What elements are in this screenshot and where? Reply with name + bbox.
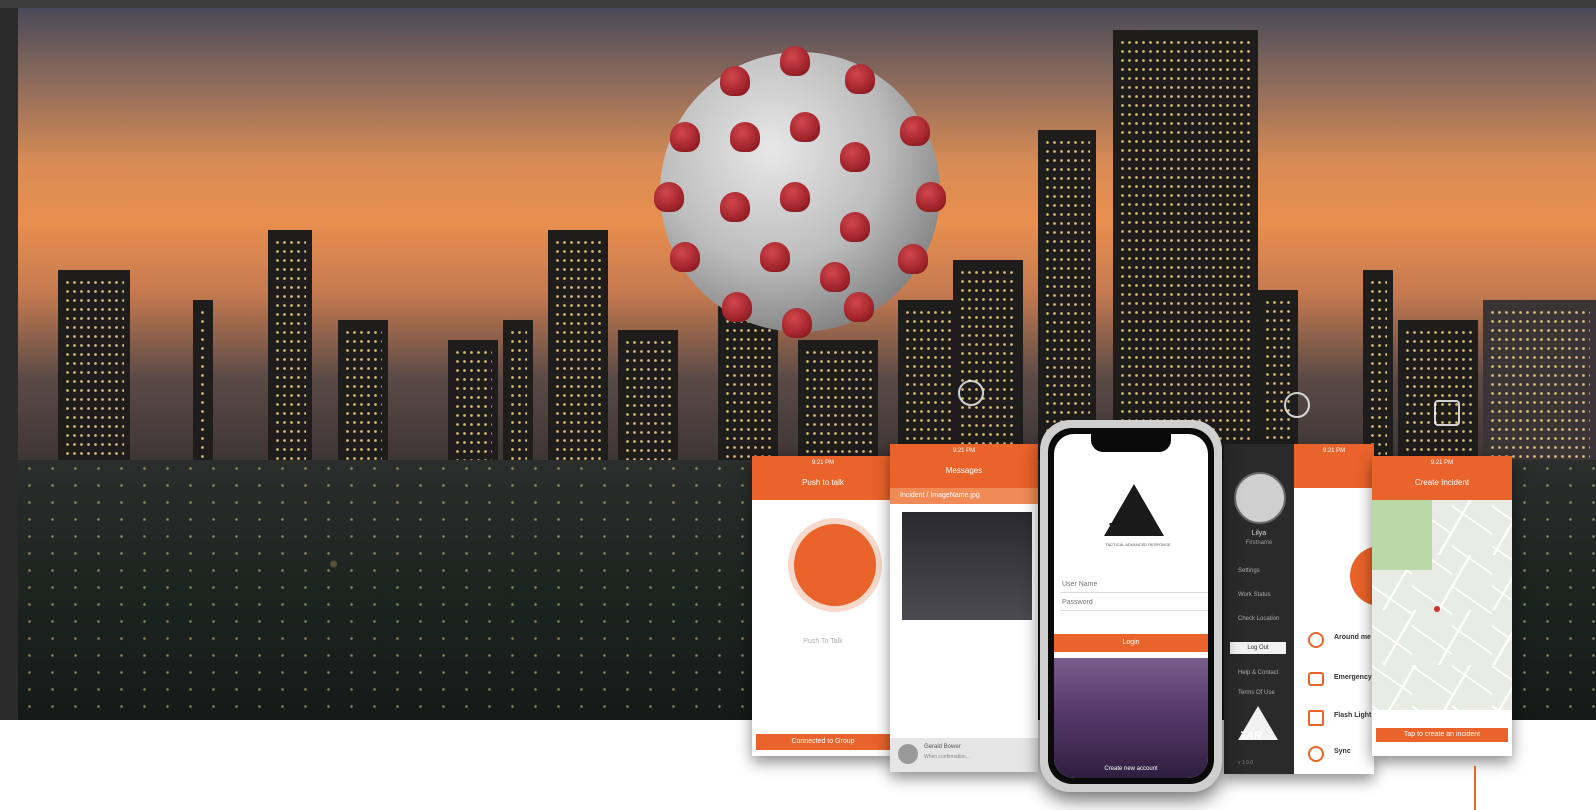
coronavirus-image: [654, 46, 946, 338]
menu-item[interactable]: Help & Contact: [1238, 670, 1278, 676]
attachment-label: Incident / ImageName.jpg: [890, 488, 1038, 504]
map-park: [1372, 500, 1432, 570]
feature-item[interactable]: Around me: [1334, 634, 1371, 641]
connected-group-button[interactable]: Connected to Group: [756, 734, 890, 750]
create-account-link[interactable]: Create new account: [1054, 766, 1208, 772]
status-bar: 9:21 PM: [1430, 460, 1454, 466]
people-icon: [1284, 392, 1310, 418]
menu-item[interactable]: Settings: [1238, 568, 1260, 574]
password-field[interactable]: [1060, 594, 1208, 611]
status-bar: 9:21 PM: [1322, 448, 1346, 454]
tar-logo-subtitle: TACTICAL ADVANCED RESPONSE: [1105, 542, 1171, 547]
screen-title: Push to talk: [802, 478, 844, 487]
compass-icon: [1308, 746, 1324, 762]
phone-mockup: TAR TACTICAL ADVANCED RESPONSE Login Cre…: [1040, 420, 1222, 792]
avatar: [1234, 472, 1286, 524]
create-incident-screen: 9:21 PM Create Incident Tap to create an…: [1372, 456, 1512, 756]
phone-notch: [1091, 434, 1171, 452]
message-footer: Gerald Bower When confirmation...: [890, 738, 1038, 772]
feature-item[interactable]: Emergency: [1334, 674, 1372, 681]
side-menu: Lilya Firstname Settings Work Status Che…: [1224, 444, 1294, 774]
clipboard-icon: [1434, 400, 1460, 426]
log-out-button[interactable]: Log Out: [1230, 642, 1286, 654]
tar-logo-text: TAR: [1108, 520, 1144, 540]
username-field[interactable]: [1060, 576, 1208, 593]
screen-header: 9:21 PM Push to talk: [752, 456, 894, 500]
profile-name: Lilya: [1251, 530, 1267, 537]
sender-name: Gerald Bower: [924, 744, 961, 750]
panic-button[interactable]: [1350, 546, 1374, 606]
map-pin-icon: [1434, 606, 1440, 612]
status-bar: 9:21 PM: [952, 448, 976, 454]
profile-screen: Lilya Firstname Settings Work Status Che…: [1224, 444, 1374, 774]
avatar: [898, 744, 918, 764]
login-button[interactable]: Login: [1054, 634, 1208, 652]
screen-header: 9:21 PM: [1294, 444, 1374, 488]
accent-line: [1474, 766, 1476, 810]
menu-item[interactable]: Work Status: [1238, 592, 1271, 598]
lightbulb-icon: [958, 380, 984, 406]
messages-screen: 9:21 PM Messages Incident / ImageName.jp…: [890, 444, 1038, 772]
top-bar: [0, 0, 1596, 8]
screen-title: Create Incident: [1414, 478, 1470, 487]
attachment-image[interactable]: [902, 512, 1032, 620]
version-label: v 1.0.0: [1238, 760, 1254, 766]
feature-item[interactable]: Flash Light: [1334, 712, 1371, 719]
location-icon: [1308, 632, 1324, 648]
sender-sub: When confirmation...: [924, 754, 970, 760]
screen-title: Messages: [945, 466, 983, 475]
menu-item[interactable]: Terms Of Use: [1238, 690, 1275, 696]
incident-map[interactable]: [1372, 500, 1512, 710]
screen-header: 9:21 PM Messages: [890, 444, 1038, 488]
chat-icon: [1308, 672, 1324, 686]
tar-logo-text: TAR: [1240, 730, 1262, 742]
feature-item[interactable]: Sync: [1334, 748, 1351, 755]
crowd-background: Create new account: [1054, 658, 1208, 778]
push-to-talk-label: Push To Talk: [803, 638, 843, 645]
login-screen: TAR TACTICAL ADVANCED RESPONSE Login Cre…: [1054, 434, 1208, 778]
screen-header: 9:21 PM Create Incident: [1372, 456, 1512, 500]
push-to-talk-screen: 9:21 PM Push to talk Push To Talk Connec…: [752, 456, 894, 756]
profile-role: Firstname: [1245, 540, 1273, 546]
menu-item[interactable]: Check Location: [1238, 616, 1279, 622]
create-incident-button[interactable]: Tap to create an incident: [1376, 728, 1508, 742]
flashlight-icon: [1308, 710, 1324, 726]
left-strip: [0, 8, 18, 720]
status-bar: 9:21 PM: [811, 460, 835, 466]
push-to-talk-button[interactable]: [794, 524, 876, 606]
features-panel: 9:21 PM Around me Emergency Flash Light …: [1294, 444, 1374, 774]
